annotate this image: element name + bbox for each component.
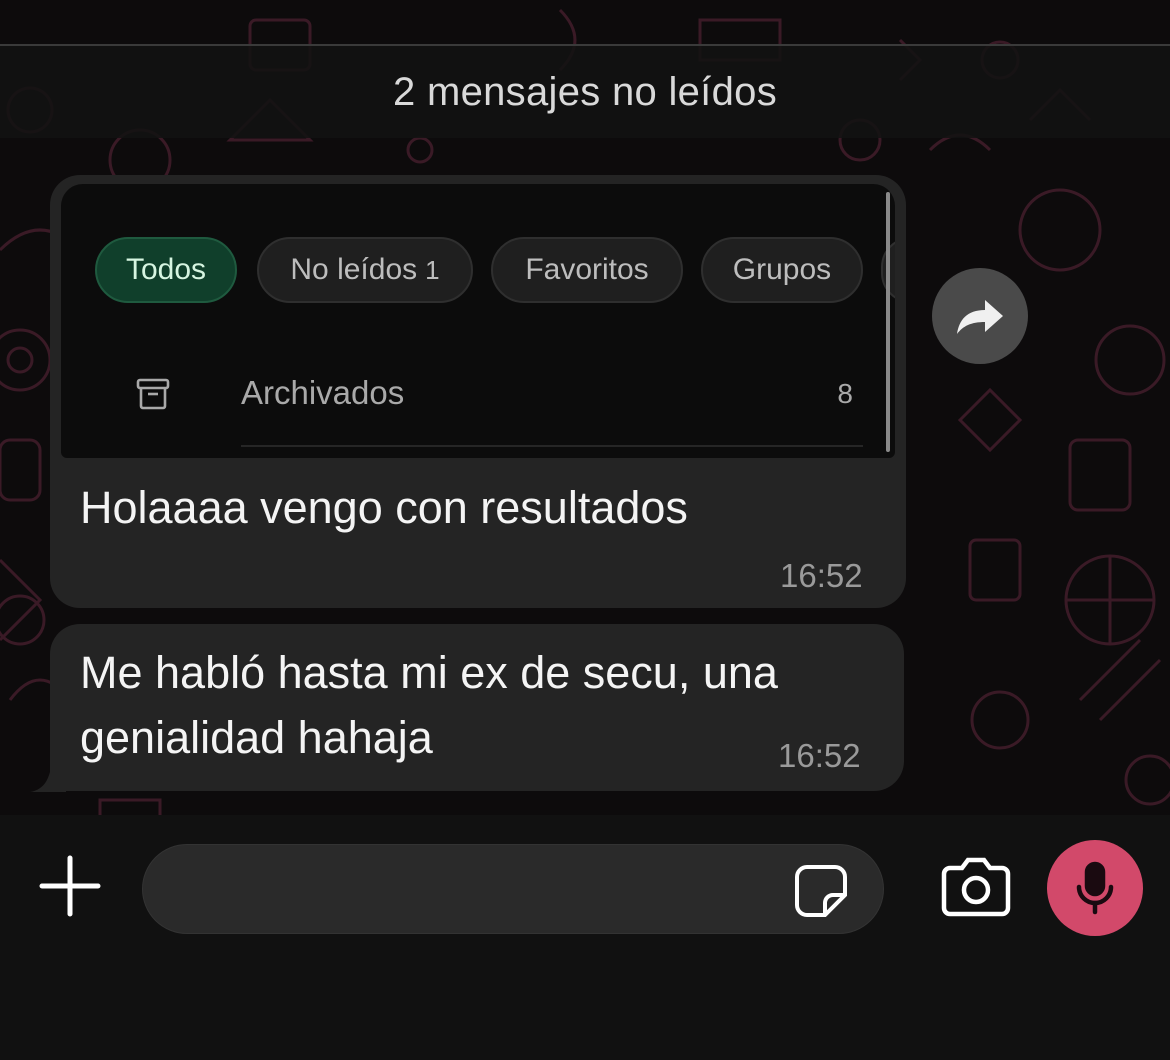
chip-grupos: Grupos — [701, 237, 863, 303]
scrollbar — [886, 192, 890, 452]
archive-label: Archivados — [241, 374, 405, 411]
message-time: 16:52 — [780, 557, 863, 594]
chip-favoritos: Favoritos — [491, 237, 683, 303]
message-text: Holaaaa vengo con resultados — [80, 482, 688, 533]
archive-row: Archivados 8 — [61, 354, 895, 434]
chip-no-leidos: No leídos 1 — [257, 237, 473, 303]
chip-todos: Todos — [95, 237, 237, 303]
microphone-icon — [1076, 861, 1114, 915]
sticker-icon[interactable] — [793, 863, 849, 919]
unread-messages-banner: 2 mensajes no leídos — [0, 46, 1170, 138]
message-time: 16:52 — [778, 737, 861, 774]
plus-icon[interactable] — [36, 852, 104, 920]
chip-label: No leídos — [290, 253, 418, 286]
chip-count: 1 — [425, 254, 440, 285]
forward-arrow-icon — [957, 300, 1003, 334]
message-text-line-2: genialidad hahaja — [80, 712, 433, 763]
chip-label: Todos — [125, 253, 207, 286]
forward-button[interactable] — [932, 268, 1028, 364]
archive-icon — [136, 378, 170, 410]
message-text-line-1: Me habló hasta mi ex de secu, una — [80, 647, 778, 698]
archive-count: 8 — [837, 378, 853, 409]
row-divider — [241, 445, 863, 447]
shared-screenshot[interactable]: Todos No leídos 1 Favoritos Grupos Archi… — [61, 184, 895, 458]
chip-label: Favoritos — [525, 253, 649, 286]
message-input[interactable] — [142, 844, 884, 934]
microphone-button[interactable] — [1047, 840, 1143, 936]
chip-label: Grupos — [732, 253, 832, 286]
camera-icon[interactable] — [938, 856, 1014, 920]
